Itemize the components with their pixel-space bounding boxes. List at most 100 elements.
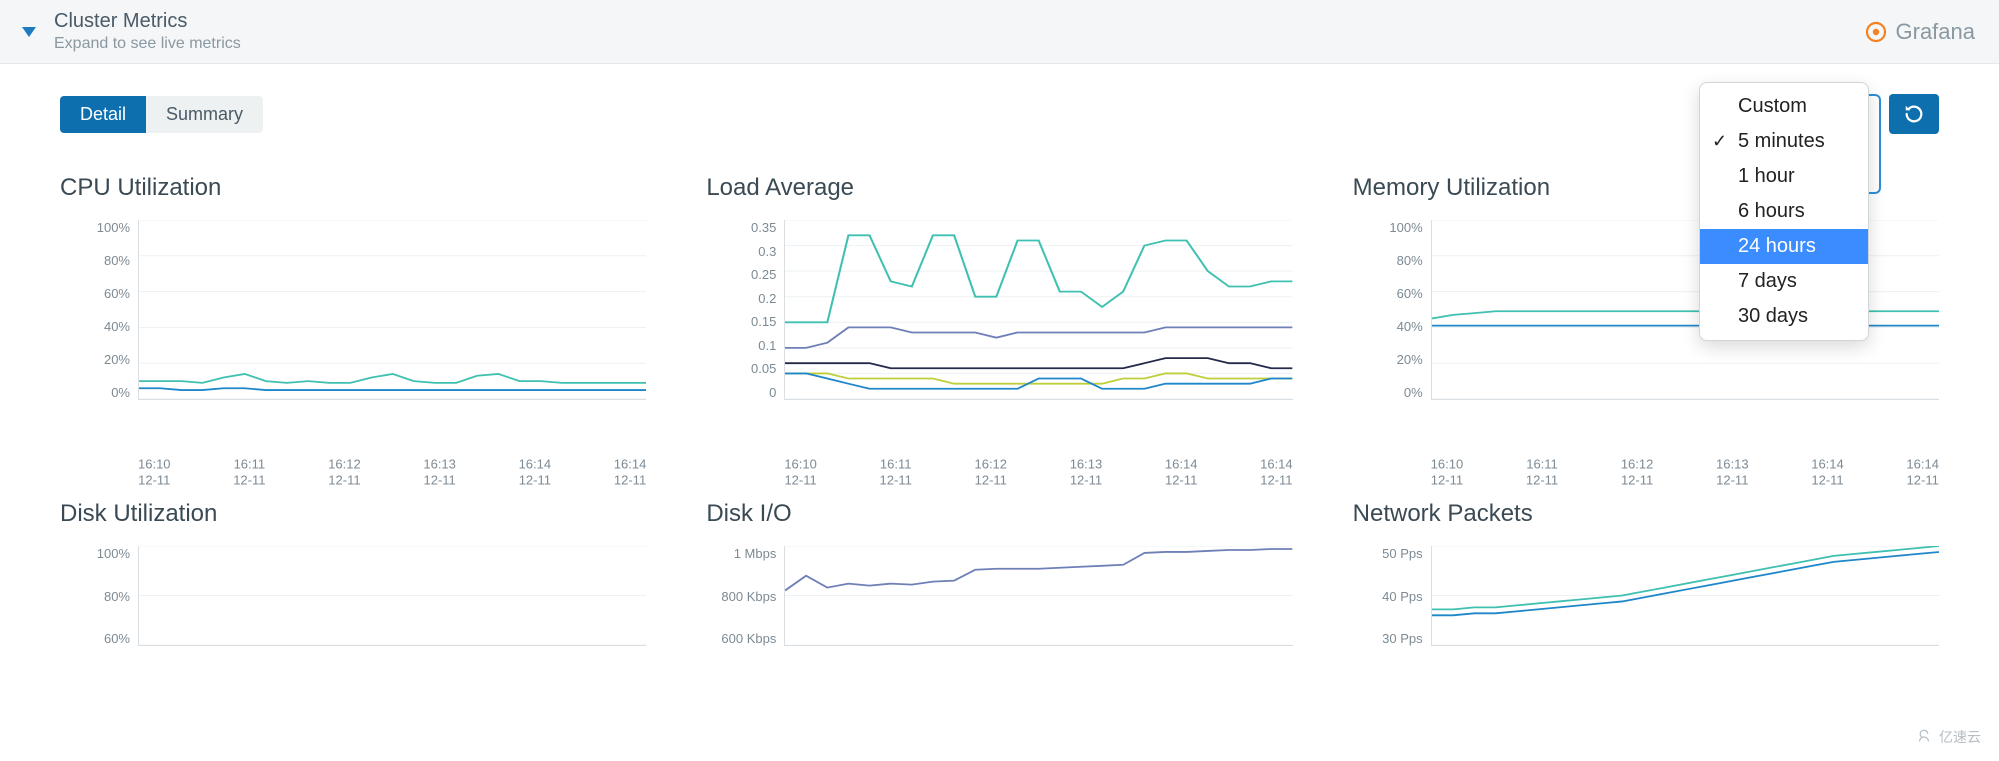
refresh-icon xyxy=(1903,103,1925,125)
x-tick: 16:1312-11 xyxy=(1070,456,1103,489)
x-tick: 16:1212-11 xyxy=(1621,456,1654,489)
time-option-label: 5 minutes xyxy=(1738,130,1825,152)
chart-box[interactable]: 50 Pps40 Pps30 Pps xyxy=(1353,546,1939,666)
grafana-link[interactable]: Grafana xyxy=(1864,19,1976,45)
time-option-30-days[interactable]: 30 days xyxy=(1700,299,1868,334)
y-tick: 800 Kbps xyxy=(706,589,776,604)
time-option-6-hours[interactable]: 6 hours xyxy=(1700,194,1868,229)
time-option-label: 30 days xyxy=(1738,305,1808,327)
y-tick: 0.1 xyxy=(706,338,776,353)
check-icon: ✓ xyxy=(1712,131,1727,152)
chart-box[interactable]: 100% 80% 60% xyxy=(60,546,646,666)
y-axis: 0.35 0.3 0.25 0.2 0.15 0.1 0.05 0 xyxy=(706,220,784,400)
chart-box[interactable]: 100%80%60%40%20%0%16:1012-1116:1112-1116… xyxy=(60,220,646,450)
y-tick: 0.2 xyxy=(706,291,776,306)
series-line xyxy=(785,549,1292,591)
y-tick: 600 Kbps xyxy=(706,631,776,646)
chart-net: Network Packets 50 Pps40 Pps30 Pps xyxy=(1353,500,1939,666)
y-axis: 100% 80% 60% xyxy=(60,546,138,646)
y-tick: 100% xyxy=(60,220,130,235)
y-tick: 60% xyxy=(1353,286,1423,301)
y-axis: 100%80%60%40%20%0% xyxy=(1353,220,1431,400)
y-tick: 80% xyxy=(60,589,130,604)
series-line xyxy=(139,388,646,390)
x-tick: 16:1312-11 xyxy=(1716,456,1749,489)
x-tick: 16:1012-11 xyxy=(1431,456,1464,489)
y-tick: 60% xyxy=(60,631,130,646)
tab-detail[interactable]: Detail xyxy=(60,96,146,133)
grafana-icon xyxy=(1864,20,1888,44)
header-subtitle: Expand to see live metrics xyxy=(54,35,241,53)
time-option-7-days[interactable]: 7 days xyxy=(1700,264,1868,299)
x-tick: 16:1412-11 xyxy=(614,456,647,489)
plot-area[interactable] xyxy=(1431,546,1939,646)
chart-title: Load Average xyxy=(706,174,1292,202)
chart-box[interactable]: 1 Mbps 800 Kbps 600 Kbps xyxy=(706,546,1292,666)
chart-title: CPU Utilization xyxy=(60,174,646,202)
cluster-metrics-header: Cluster Metrics Expand to see live metri… xyxy=(0,0,1999,64)
refresh-button[interactable] xyxy=(1889,94,1939,134)
time-option-label: 7 days xyxy=(1738,270,1797,292)
y-tick: 1 Mbps xyxy=(706,546,776,561)
x-tick: 16:1112-11 xyxy=(880,456,912,489)
chart-box[interactable]: 0.350.30.250.20.150.10.05016:1012-1116:1… xyxy=(706,220,1292,450)
y-tick: 100% xyxy=(60,546,130,561)
y-tick: 0.05 xyxy=(706,361,776,376)
y-tick: 0.25 xyxy=(706,267,776,282)
plot-area[interactable] xyxy=(138,220,646,400)
y-tick: 50 Pps xyxy=(1353,546,1423,561)
time-option-1-hour[interactable]: 1 hour xyxy=(1700,159,1868,194)
y-tick: 0.3 xyxy=(706,244,776,259)
x-tick: 16:1412-11 xyxy=(1260,456,1293,489)
time-option-label: 6 hours xyxy=(1738,200,1805,222)
x-tick: 16:1212-11 xyxy=(974,456,1007,489)
series-line xyxy=(785,358,1292,368)
y-tick: 60% xyxy=(60,286,130,301)
tab-summary[interactable]: Summary xyxy=(146,96,263,133)
y-tick: 80% xyxy=(1353,253,1423,268)
series-line xyxy=(1432,546,1939,609)
x-tick: 16:1112-11 xyxy=(1526,456,1558,489)
time-option-custom[interactable]: Custom xyxy=(1700,89,1868,124)
view-tabs: Detail Summary xyxy=(60,96,263,133)
grafana-label: Grafana xyxy=(1896,19,1976,45)
y-tick: 80% xyxy=(60,253,130,268)
chart-title: Network Packets xyxy=(1353,500,1939,528)
time-range-menu: Custom ✓ 5 minutes 1 hour 6 hours 24 hours 7 d… xyxy=(1699,82,1869,341)
chart-load: Load Average0.350.30.250.20.150.10.05016… xyxy=(706,174,1292,450)
y-tick: 100% xyxy=(1353,220,1423,235)
time-option-5-minutes[interactable]: ✓ 5 minutes xyxy=(1700,124,1868,159)
y-axis: 100%80%60%40%20%0% xyxy=(60,220,138,400)
chart-cpu: CPU Utilization100%80%60%40%20%0%16:1012… xyxy=(60,174,646,450)
series-line xyxy=(785,327,1292,347)
y-tick: 0.15 xyxy=(706,314,776,329)
time-option-24-hours[interactable]: 24 hours xyxy=(1700,229,1868,264)
x-axis: 16:1012-1116:1112-1116:1212-1116:1312-11… xyxy=(138,450,646,489)
y-axis: 50 Pps40 Pps30 Pps xyxy=(1353,546,1431,646)
header-title: Cluster Metrics xyxy=(54,10,241,33)
plot-area[interactable] xyxy=(138,546,646,646)
x-axis: 16:1012-11 16:1112-11 16:1212-11 16:1312-11… xyxy=(1431,450,1939,489)
y-axis: 1 Mbps 800 Kbps 600 Kbps xyxy=(706,546,784,646)
series-line xyxy=(785,373,1292,388)
x-tick: 16:1012-11 xyxy=(784,456,817,489)
x-tick: 16:1412-11 xyxy=(1811,456,1844,489)
y-tick: 0.35 xyxy=(706,220,776,235)
plot-area[interactable] xyxy=(784,220,1292,400)
x-axis: 16:1012-11 16:1112-11 16:1212-11 16:1312-11… xyxy=(784,450,1292,489)
x-tick: 16:1412-11 xyxy=(1165,456,1198,489)
plot-area[interactable] xyxy=(784,546,1292,646)
watermark: 亿速云 xyxy=(1915,727,1981,747)
series-line xyxy=(139,374,646,383)
y-tick: 40% xyxy=(1353,319,1423,334)
y-tick: 0 xyxy=(706,385,776,400)
y-tick: 0% xyxy=(60,385,130,400)
chart-title: Disk I/O xyxy=(706,500,1292,528)
x-tick: 16:1212-11 xyxy=(328,456,361,489)
time-option-label: Custom xyxy=(1738,95,1807,117)
x-tick: 16:1112-11 xyxy=(233,456,265,489)
tab-row: Detail Summary xyxy=(60,94,1939,134)
x-tick: 16:1312-11 xyxy=(423,456,456,489)
expand-toggle-icon[interactable] xyxy=(22,27,36,37)
chart-title: Disk Utilization xyxy=(60,500,646,528)
